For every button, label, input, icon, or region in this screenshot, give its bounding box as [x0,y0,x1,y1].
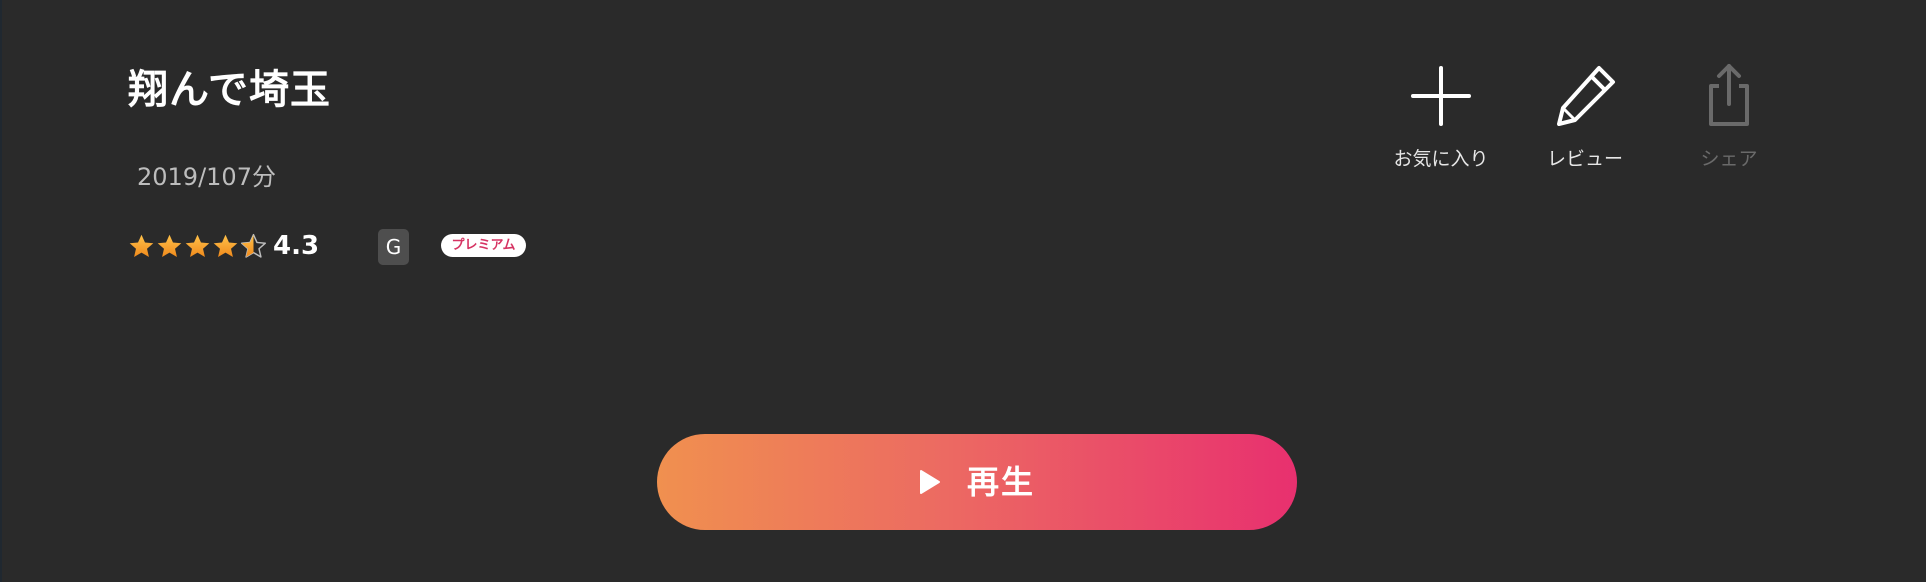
star-half-icon [240,233,267,258]
rating-value: 4.3 [273,231,320,261]
review-label: レビュー [1546,148,1623,170]
plus-icon [1411,66,1471,126]
review-button[interactable]: レビュー [1525,62,1645,172]
age-rating-badge: G [378,229,409,265]
play-button[interactable]: 再生 [657,434,1297,530]
share-button[interactable]: シェア [1669,62,1789,172]
rating-stars [128,233,267,260]
content-detail-panel: 翔んで埼玉 2019/107分 4.3 G プレミアム お気に入り レビュー シ… [0,0,1926,582]
content-title: 翔んで埼玉 [128,67,331,113]
release-year-and-duration: 2019/107分 [137,163,276,191]
share-icon [1709,64,1749,126]
rating: 4.3 [128,228,319,264]
play-icon [919,470,940,494]
favorite-label: お気に入り [1393,148,1489,170]
star-full-icon [213,234,238,257]
share-label: シェア [1700,148,1758,170]
star-full-icon [129,234,154,257]
premium-badge: プレミアム [441,234,526,257]
favorite-button[interactable]: お気に入り [1381,62,1501,172]
window-edge [0,0,2,582]
star-full-icon [185,234,210,257]
pencil-icon [1557,66,1615,126]
play-label: 再生 [966,463,1035,501]
star-full-icon [157,234,182,257]
